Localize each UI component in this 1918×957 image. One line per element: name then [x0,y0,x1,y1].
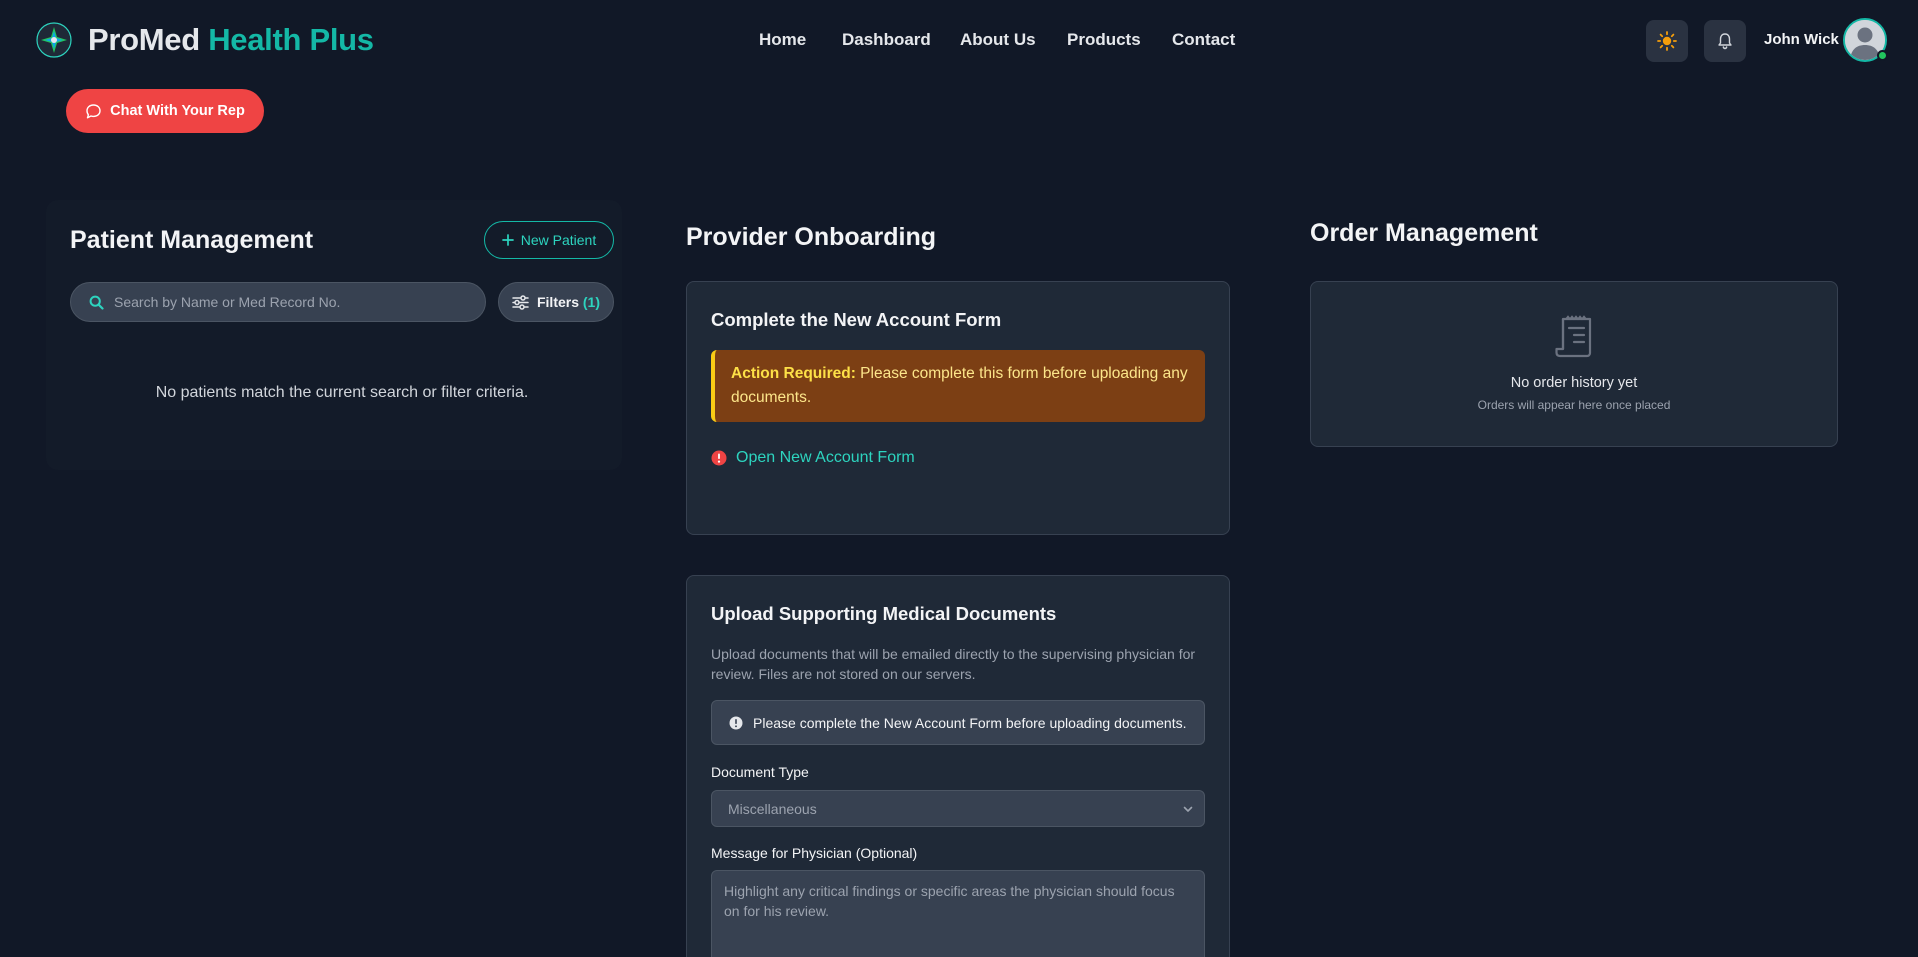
filters-count-badge: (1) [582,294,601,310]
sun-icon [1657,31,1677,51]
upload-documents-title: Upload Supporting Medical Documents [711,603,1057,624]
chat-with-rep-label: Chat With Your Rep [110,103,245,119]
plus-icon [501,234,514,246]
theme-toggle-button[interactable] [1646,20,1688,62]
no-order-history-title: No order history yet [1510,375,1638,391]
new-account-form-title: Complete the New Account Form [711,309,1002,330]
open-new-account-form-link[interactable]: Open New Account Form [711,447,915,469]
online-status-indicator [1877,50,1888,61]
patient-search-input[interactable] [114,294,474,310]
message-for-physician-textarea[interactable]: Highlight any critical findings or speci… [711,870,1205,957]
filters-label: Filters [536,294,579,310]
alert-circle-icon [711,450,727,466]
patient-search[interactable] [70,282,486,322]
upload-blocked-text: Please complete the New Account Form bef… [753,714,1187,731]
brand-logo-icon[interactable] [36,22,72,58]
nav-contact[interactable]: Contact [1172,28,1235,52]
open-new-account-form-label: Open New Account Form [736,449,915,466]
brand-name-part1: ProMed [88,22,200,57]
chevron-down-icon [1183,806,1193,812]
brand-name-part2: Health Plus [208,22,374,57]
message-for-physician-label: Message for Physician (Optional) [711,845,918,861]
upload-blocked-notice: Please complete the New Account Form bef… [711,700,1205,745]
order-history-card [1310,281,1838,447]
action-required-label: Action Required: [731,365,856,382]
nav-products[interactable]: Products [1067,28,1141,52]
info-circle-icon [729,716,743,729]
document-type-select[interactable]: Miscellaneous [711,790,1205,827]
search-icon [89,295,104,310]
order-management-title: Order Management [1310,219,1538,247]
filters-button[interactable]: Filters (1) [498,282,614,322]
no-order-history-subtitle: Orders will appear here once placed [1477,398,1671,412]
chat-with-rep-button[interactable]: Chat With Your Rep [66,89,264,133]
chat-bubble-icon [86,103,101,118]
nav-about-us[interactable]: About Us [960,28,1036,52]
user-name[interactable]: John Wick [1764,29,1839,51]
document-type-value: Miscellaneous [728,800,817,817]
nav-dashboard[interactable]: Dashboard [842,28,931,52]
upload-documents-description: Upload documents that will be emailed di… [711,646,1196,682]
provider-onboarding-title: Provider Onboarding [686,223,937,251]
document-type-label: Document Type [711,764,809,780]
new-patient-button[interactable]: New Patient [484,221,614,259]
sliders-icon [512,294,529,310]
nav-home[interactable]: Home [759,28,806,52]
new-patient-label: New Patient [520,232,597,248]
bell-icon [1718,33,1732,50]
notifications-button[interactable] [1704,20,1746,62]
action-required-alert: Action Required: Please complete this fo… [711,350,1205,422]
top-header: ProMed Health Plus Home Dashboard About … [0,0,1918,80]
no-patients-message: No patients match the current search or … [155,384,529,401]
patient-management-title: Patient Management [70,226,314,254]
receipt-icon [1555,315,1592,358]
brand-name[interactable]: ProMed Health Plus [88,20,374,60]
